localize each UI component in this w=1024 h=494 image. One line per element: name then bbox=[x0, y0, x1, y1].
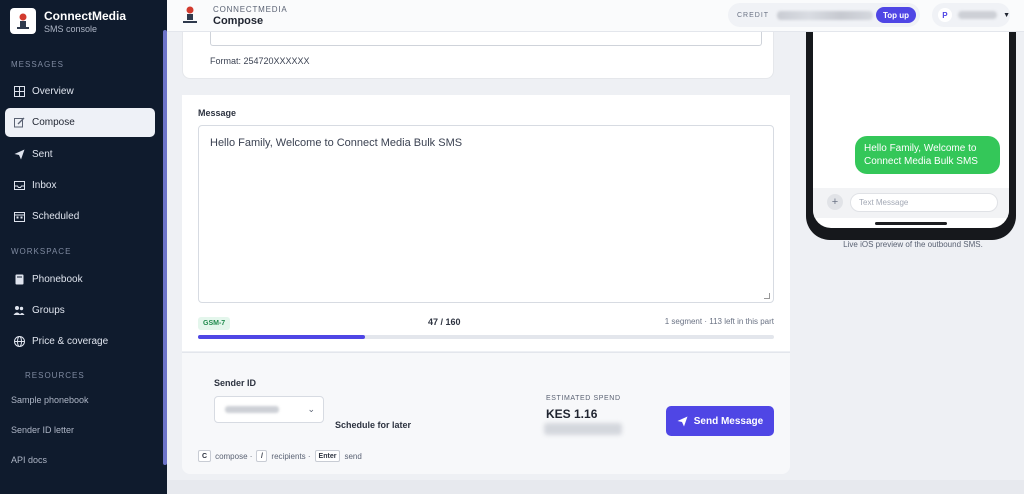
globe-icon bbox=[13, 336, 25, 348]
estimated-spend-value: KES 1.16 bbox=[546, 407, 598, 421]
message-text: Hello Family, Welcome to Connect Media B… bbox=[210, 137, 463, 149]
char-progress-fill bbox=[198, 335, 366, 339]
users-icon bbox=[13, 305, 25, 317]
sidebar-item-label: Inbox bbox=[32, 180, 57, 191]
shortcut-key: / bbox=[256, 450, 268, 462]
edit-icon bbox=[13, 117, 25, 129]
send-actions-section: Sender ID ⌄ Schedule for later ESTIMATED… bbox=[182, 352, 790, 474]
sidebar-item-label: Price & coverage bbox=[32, 336, 109, 347]
sidebar: ConnectMedia SMS console MESSAGES Overvi… bbox=[0, 0, 167, 494]
phone-frame: Hello Family, Welcome to Connect Media B… bbox=[806, 32, 1016, 240]
brand[interactable]: ConnectMedia SMS console bbox=[10, 8, 126, 34]
inbox-icon bbox=[13, 180, 25, 192]
sidebar-scroll-accent bbox=[163, 30, 167, 465]
message-textarea[interactable]: Hello Family, Welcome to Connect Media B… bbox=[198, 125, 774, 303]
sidebar-item-price-coverage[interactable]: Price & coverage bbox=[5, 327, 155, 356]
shortcut-text: recipients · bbox=[271, 451, 311, 461]
plus-icon: + bbox=[827, 194, 843, 210]
section-label-workspace: WORKSPACE bbox=[11, 247, 72, 256]
shortcut-text: compose · bbox=[215, 451, 253, 461]
brand-name: ConnectMedia bbox=[44, 8, 127, 23]
send-icon bbox=[13, 149, 25, 161]
section-label-messages: MESSAGES bbox=[11, 60, 64, 69]
calendar-icon bbox=[13, 211, 25, 223]
sidebar-item-label: Overview bbox=[32, 86, 74, 97]
home-indicator bbox=[875, 222, 947, 225]
shortcut-text: send bbox=[344, 451, 362, 461]
page-title: Compose bbox=[213, 15, 264, 27]
user-menu[interactable]: P ▼ bbox=[932, 3, 1010, 27]
sidebar-item-label: Sent bbox=[32, 149, 53, 160]
brand-logo-icon bbox=[10, 8, 36, 34]
resize-handle-icon[interactable] bbox=[764, 293, 770, 299]
footer-strip bbox=[167, 480, 1024, 494]
send-message-button[interactable]: Send Message bbox=[666, 406, 774, 436]
grid-icon bbox=[13, 86, 25, 98]
sender-id-select[interactable]: ⌄ bbox=[214, 396, 324, 423]
shortcut-key: C bbox=[198, 450, 212, 462]
credit-label: CREDIT bbox=[737, 11, 770, 19]
message-section: Message Hello Family, Welcome to Connect… bbox=[182, 95, 790, 351]
sidebar-item-groups[interactable]: Groups bbox=[5, 296, 155, 325]
preview-caption: Live iOS preview of the outbound SMS. bbox=[843, 240, 983, 249]
schedule-for-later[interactable]: Schedule for later bbox=[335, 420, 411, 430]
sidebar-item-phonebook[interactable]: Phonebook bbox=[5, 265, 155, 294]
encoding-badge: GSM-7 bbox=[198, 317, 231, 330]
sidebar-item-inbox[interactable]: Inbox bbox=[5, 171, 155, 200]
section-label-resources: RESOURCES bbox=[25, 371, 85, 380]
phone-compose-bar: + Text Message bbox=[813, 188, 1009, 218]
message-bubble: Hello Family, Welcome to Connect Media B… bbox=[855, 136, 1000, 174]
chevron-down-icon: ⌄ bbox=[307, 404, 315, 414]
char-count: 47 / 160 bbox=[428, 317, 461, 327]
book-icon bbox=[13, 274, 25, 286]
sidebar-item-compose[interactable]: Compose bbox=[5, 108, 155, 137]
sidebar-item-scheduled[interactable]: Scheduled bbox=[5, 202, 155, 231]
recipients-input[interactable] bbox=[210, 32, 762, 46]
resource-link-sample-phonebook[interactable]: Sample phonebook bbox=[11, 395, 89, 405]
sidebar-item-sent[interactable]: Sent bbox=[5, 140, 155, 169]
resource-link-api-docs[interactable]: API docs bbox=[11, 455, 47, 465]
message-label: Message bbox=[198, 108, 237, 118]
segment-info: 1 segment · 113 left in this part bbox=[664, 317, 774, 326]
org-logo-icon bbox=[181, 5, 199, 25]
sender-id-label: Sender ID bbox=[214, 378, 257, 388]
ios-preview-panel: Hello Family, Welcome to Connect Media B… bbox=[790, 32, 1024, 494]
brand-subtitle: SMS console bbox=[44, 23, 98, 34]
chevron-down-icon: ▼ bbox=[1003, 11, 1010, 19]
credit-pill: CREDIT Top up bbox=[728, 3, 920, 27]
char-progress-bar bbox=[198, 335, 774, 339]
sender-id-value-redacted bbox=[225, 406, 279, 413]
phone-screen: Hello Family, Welcome to Connect Media B… bbox=[813, 32, 1009, 228]
resource-link-sender-id-letter[interactable]: Sender ID letter bbox=[11, 425, 74, 435]
keyboard-shortcuts: C compose · / recipients · Enter send bbox=[198, 450, 366, 462]
format-hint: Format: 254720XXXXXX bbox=[210, 56, 310, 66]
estimated-spend-label: ESTIMATED SPEND bbox=[546, 395, 621, 402]
org-label: CONNECTMEDIA bbox=[213, 5, 288, 14]
sidebar-item-label: Compose bbox=[32, 117, 75, 128]
user-name-redacted bbox=[957, 11, 998, 19]
sidebar-item-label: Groups bbox=[32, 305, 65, 316]
recipients-card: Format: 254720XXXXXX bbox=[182, 32, 774, 79]
topup-button[interactable]: Top up bbox=[875, 7, 916, 23]
phone-text-field: Text Message bbox=[850, 193, 998, 212]
sidebar-item-label: Scheduled bbox=[32, 211, 80, 222]
topbar: CONNECTMEDIA Compose CREDIT Top up P ▼ bbox=[167, 0, 1024, 32]
sidebar-item-overview[interactable]: Overview bbox=[5, 77, 155, 106]
sidebar-item-label: Phonebook bbox=[32, 274, 83, 285]
credit-balance-redacted bbox=[777, 10, 874, 20]
send-button-label: Send Message bbox=[693, 415, 764, 427]
send-icon bbox=[677, 416, 688, 427]
shortcut-key: Enter bbox=[314, 450, 341, 462]
avatar: P bbox=[938, 8, 952, 22]
estimate-detail-redacted bbox=[544, 423, 622, 435]
